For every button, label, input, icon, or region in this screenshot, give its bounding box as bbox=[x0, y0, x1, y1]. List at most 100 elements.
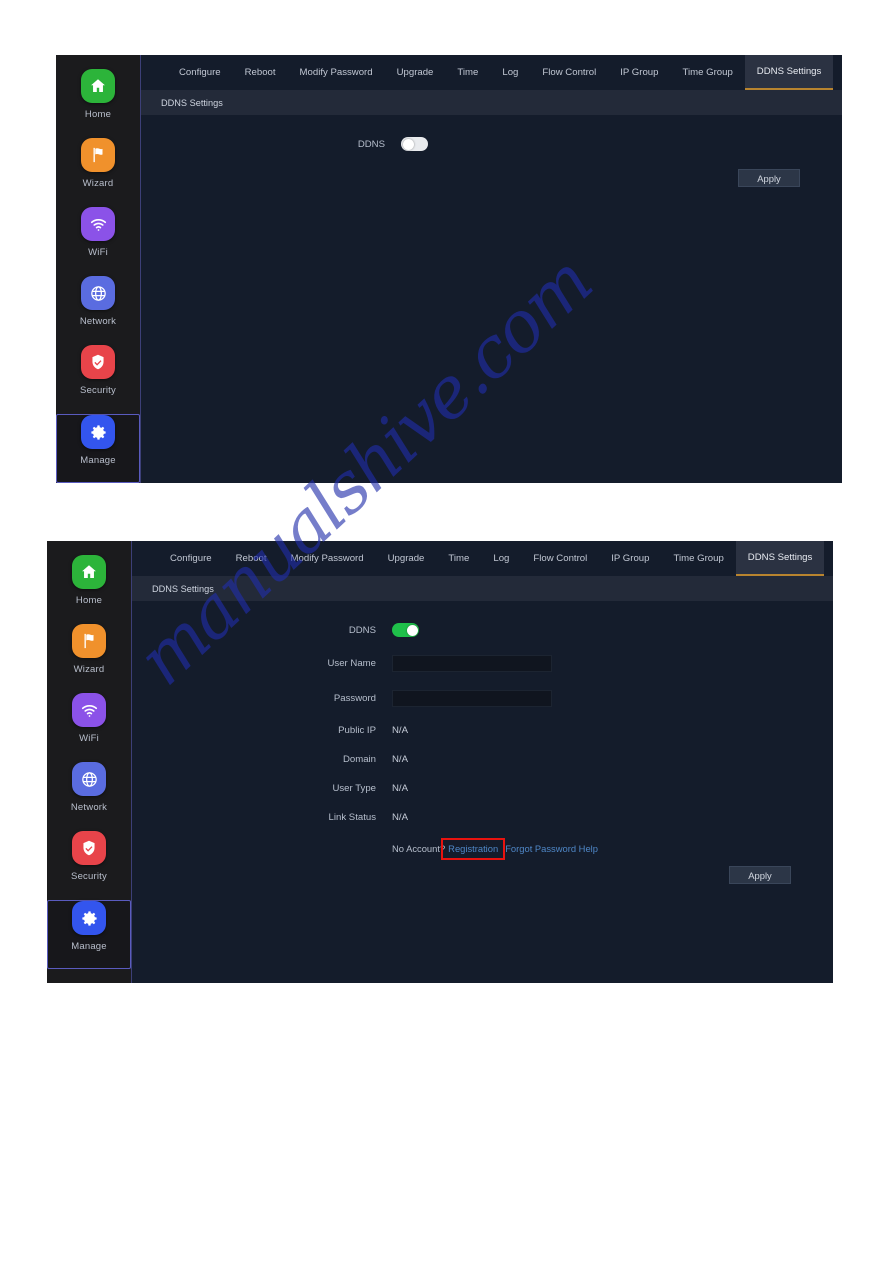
tab-reboot[interactable]: Reboot bbox=[233, 55, 288, 90]
sidebar-item-label: Home bbox=[84, 109, 112, 120]
domain-row: Domain N/A bbox=[132, 754, 833, 765]
router-admin-panel-ddns-off: Home Wizard WiFi Network Security Manage… bbox=[56, 55, 842, 483]
sidebar-item-label: Security bbox=[80, 385, 116, 396]
tab-configure[interactable]: Configure bbox=[158, 541, 224, 576]
apply-button[interactable]: Apply bbox=[738, 169, 800, 187]
wifi-icon bbox=[81, 207, 115, 241]
user-type-label: User Type bbox=[332, 783, 376, 794]
page-root: Home Wizard WiFi Network Security Manage… bbox=[0, 0, 893, 1263]
sidebar-item-label: Manage bbox=[80, 455, 116, 466]
public-ip-label: Public IP bbox=[338, 725, 376, 736]
link-status-value: N/A bbox=[392, 812, 408, 823]
sidebar-item-label: Network bbox=[70, 802, 108, 813]
user-type-value: N/A bbox=[392, 783, 408, 794]
sidebar-item-label: Wizard bbox=[82, 178, 114, 189]
public-ip-row: Public IP N/A bbox=[132, 725, 833, 736]
sidebar-item-home[interactable]: Home bbox=[56, 69, 140, 138]
ddns-toggle-row: DDNS bbox=[132, 623, 833, 637]
username-row: User Name bbox=[132, 655, 833, 672]
ddns-toggle[interactable] bbox=[401, 137, 428, 151]
tab-flow-control[interactable]: Flow Control bbox=[530, 55, 608, 90]
forgot-password-help-link[interactable]: Forgot Password Help bbox=[505, 843, 598, 854]
ddns-label: DDNS bbox=[357, 138, 385, 150]
registration-highlight-wrap: Registration bbox=[441, 838, 506, 860]
gear-icon bbox=[72, 901, 106, 935]
flag-icon bbox=[81, 138, 115, 172]
globe-icon bbox=[81, 276, 115, 310]
user-type-row: User Type N/A bbox=[132, 783, 833, 794]
tab-time[interactable]: Time bbox=[436, 541, 481, 576]
shield-icon bbox=[72, 831, 106, 865]
account-links-row: No Account? Registration Forgot Password… bbox=[132, 838, 833, 860]
sidebar-item-label: Network bbox=[79, 316, 117, 327]
gear-icon bbox=[81, 415, 115, 449]
tab-upgrade[interactable]: Upgrade bbox=[385, 55, 446, 90]
registration-link[interactable]: Registration bbox=[448, 843, 498, 854]
ddns-form-off: DDNS Apply bbox=[141, 115, 842, 187]
tab-ip-group[interactable]: IP Group bbox=[608, 55, 670, 90]
sidebar-item-label: WiFi bbox=[88, 247, 108, 258]
sidebar-item-network[interactable]: Network bbox=[56, 276, 140, 345]
home-icon bbox=[81, 69, 115, 103]
tab-ddns-settings[interactable]: DDNS Settings bbox=[735, 541, 825, 576]
public-ip-value: N/A bbox=[392, 725, 408, 736]
sidebar-item-wifi[interactable]: WiFi bbox=[56, 207, 140, 276]
router-admin-panel-ddns-on: Home Wizard WiFi Network Security Manage… bbox=[47, 541, 833, 983]
domain-value: N/A bbox=[392, 754, 408, 765]
sidebar-item-home[interactable]: Home bbox=[47, 555, 131, 624]
tab-ddns-settings[interactable]: DDNS Settings bbox=[744, 55, 834, 90]
link-status-row: Link Status N/A bbox=[132, 812, 833, 823]
apply-button[interactable]: Apply bbox=[729, 866, 791, 884]
sidebar-item-label: Wizard bbox=[73, 664, 105, 675]
sidebar-item-label: Manage bbox=[71, 941, 107, 952]
tab-log[interactable]: Log bbox=[481, 541, 521, 576]
tab-upgrade[interactable]: Upgrade bbox=[376, 541, 437, 576]
tab-ip-group[interactable]: IP Group bbox=[599, 541, 661, 576]
password-label: Password bbox=[333, 693, 376, 704]
tab-flow-control[interactable]: Flow Control bbox=[521, 541, 599, 576]
tab-modify-password[interactable]: Modify Password bbox=[279, 541, 376, 576]
tab-time-group[interactable]: Time Group bbox=[670, 55, 744, 90]
sidebar-item-manage[interactable]: Manage bbox=[56, 414, 140, 483]
sidebar-item-wifi[interactable]: WiFi bbox=[47, 693, 131, 762]
password-row: Password bbox=[132, 690, 833, 707]
sidebar-item-manage[interactable]: Manage bbox=[47, 900, 131, 969]
main-content-panel2: Configure Reboot Modify Password Upgrade… bbox=[131, 541, 833, 983]
sidebar-item-wizard[interactable]: Wizard bbox=[56, 138, 140, 207]
globe-icon bbox=[72, 762, 106, 796]
tab-modify-password[interactable]: Modify Password bbox=[288, 55, 385, 90]
tab-time[interactable]: Time bbox=[445, 55, 490, 90]
tabbar-panel1: Configure Reboot Modify Password Upgrade… bbox=[141, 55, 842, 90]
ddns-label: DDNS bbox=[348, 624, 376, 636]
sidebar-panel1: Home Wizard WiFi Network Security Manage bbox=[56, 55, 140, 483]
tab-configure[interactable]: Configure bbox=[167, 55, 233, 90]
sidebar-item-network[interactable]: Network bbox=[47, 762, 131, 831]
toggle-knob bbox=[402, 138, 414, 150]
main-content-panel1: Configure Reboot Modify Password Upgrade… bbox=[140, 55, 842, 483]
apply-row-panel1: Apply bbox=[141, 169, 842, 187]
flag-icon bbox=[72, 624, 106, 658]
sidebar-item-security[interactable]: Security bbox=[47, 831, 131, 900]
breadcrumb: DDNS Settings bbox=[132, 576, 833, 601]
username-label: User Name bbox=[327, 658, 376, 669]
sidebar-panel2: Home Wizard WiFi Network Security Manage bbox=[47, 541, 131, 983]
breadcrumb: DDNS Settings bbox=[141, 90, 842, 115]
sidebar-item-label: Home bbox=[75, 595, 103, 606]
tabbar-panel2: Configure Reboot Modify Password Upgrade… bbox=[132, 541, 833, 576]
ddns-toggle-row: DDNS bbox=[141, 137, 842, 151]
tab-log[interactable]: Log bbox=[490, 55, 530, 90]
wifi-icon bbox=[72, 693, 106, 727]
ddns-form-on: DDNS User Name Password Public IP N/A Do… bbox=[132, 601, 833, 884]
shield-icon bbox=[81, 345, 115, 379]
home-icon bbox=[72, 555, 106, 589]
sidebar-item-wizard[interactable]: Wizard bbox=[47, 624, 131, 693]
password-input[interactable] bbox=[392, 690, 552, 707]
ddns-toggle[interactable] bbox=[392, 623, 419, 637]
apply-row-panel2: Apply bbox=[132, 866, 833, 884]
sidebar-item-label: Security bbox=[71, 871, 107, 882]
sidebar-item-security[interactable]: Security bbox=[56, 345, 140, 414]
tab-time-group[interactable]: Time Group bbox=[661, 541, 735, 576]
link-status-label: Link Status bbox=[328, 812, 376, 823]
username-input[interactable] bbox=[392, 655, 552, 672]
tab-reboot[interactable]: Reboot bbox=[224, 541, 279, 576]
